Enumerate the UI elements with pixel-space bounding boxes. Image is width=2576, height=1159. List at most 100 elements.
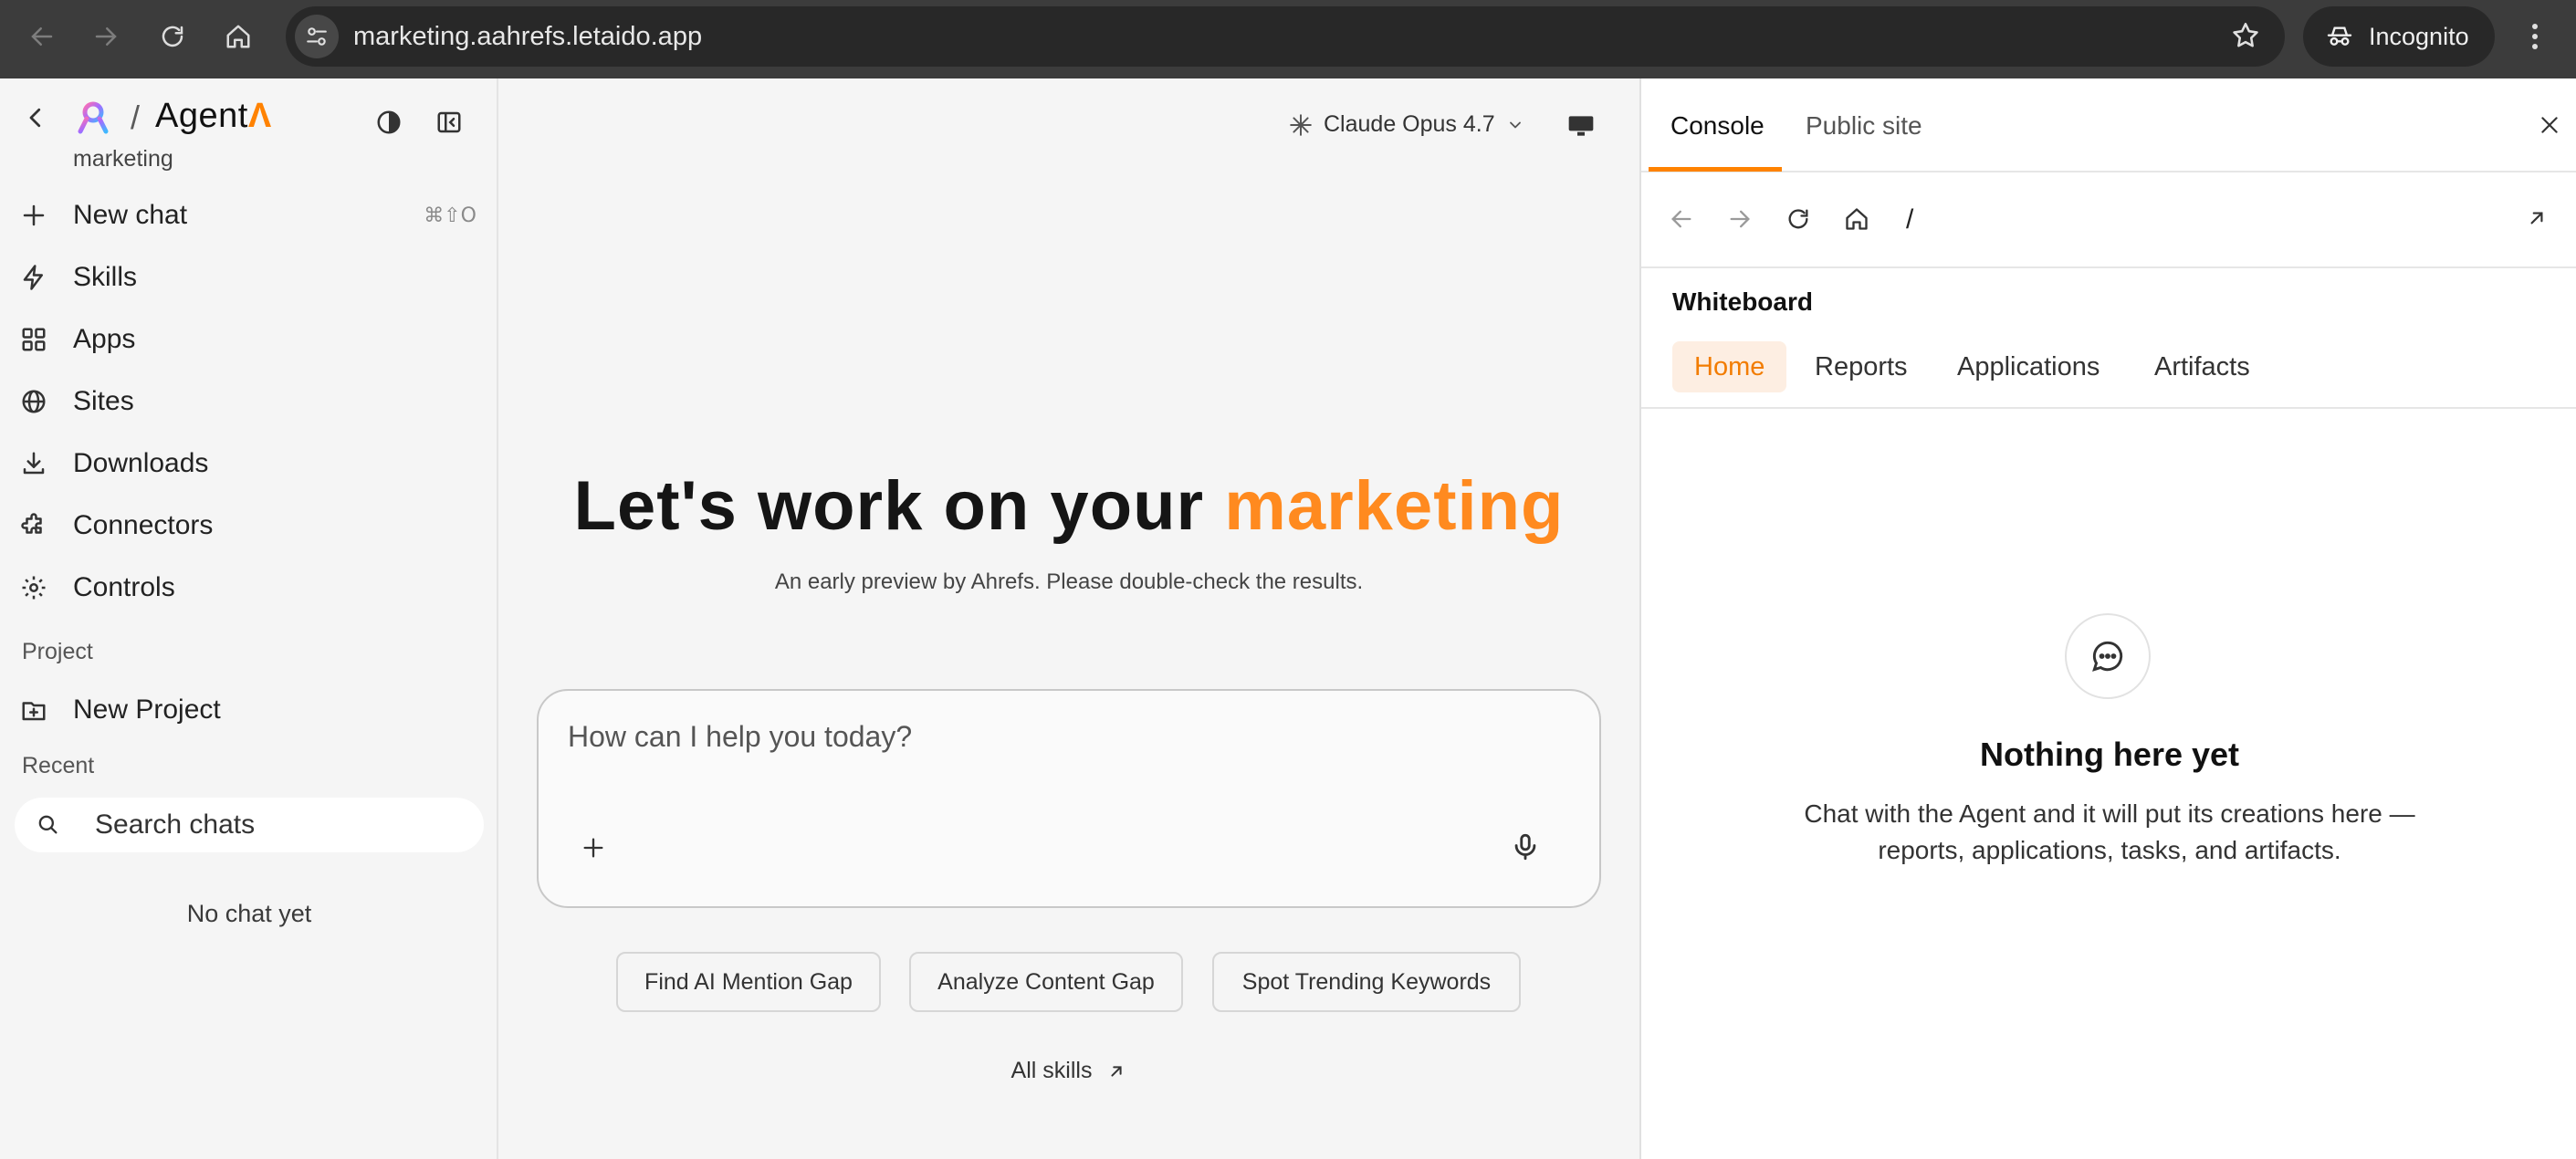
panel-back-button[interactable]: [1669, 206, 1694, 232]
tab-applications[interactable]: Applications: [1935, 341, 2121, 392]
sidebar-item-label: Apps: [73, 324, 136, 354]
star-icon: [2233, 22, 2258, 47]
tab-home[interactable]: Home: [1672, 341, 1787, 392]
browser-home-button[interactable]: [219, 17, 257, 56]
incognito-label: Incognito: [2369, 22, 2469, 50]
workspace-logo[interactable]: [77, 100, 110, 135]
contrast-icon: [377, 110, 401, 134]
whiteboard-tabs: Home Reports Applications Artifacts: [1641, 334, 2576, 409]
new-chat-label: New chat: [73, 200, 188, 230]
browser-forward-button[interactable]: [87, 17, 125, 56]
project-section-header: Project: [22, 639, 93, 664]
whiteboard-panel: Console Public site / Whiteboard Home Re…: [1639, 78, 2576, 1159]
chat-composer[interactable]: How can I help you today?: [537, 689, 1601, 908]
tune-icon: [307, 27, 327, 46]
sidebar-item-label: Sites: [73, 386, 134, 416]
lightning-icon: [23, 265, 43, 290]
arrow-up-right-icon: [1111, 1065, 1123, 1077]
sidebar-item-controls[interactable]: Controls: [0, 560, 498, 615]
whiteboard-title: Whiteboard: [1672, 287, 1813, 316]
sidebar-collapse-icon: [437, 111, 461, 133]
sidebar-item-label: Skills: [73, 262, 138, 292]
grid-icon: [22, 328, 46, 351]
close-icon: [2541, 117, 2558, 133]
breadcrumb-separator: /: [131, 99, 141, 136]
new-project-button[interactable]: New Project: [0, 683, 498, 737]
sidebar: / AgentΛ marketing New chat ⌘⇧O Skills A…: [0, 78, 498, 1159]
chat-bubble-icon: [2092, 641, 2123, 672]
reload-icon: [1788, 209, 1808, 229]
download-icon: [23, 452, 45, 475]
workspace-name: marketing: [73, 146, 173, 172]
voice-input-button[interactable]: [1510, 831, 1541, 862]
suggestion-chip[interactable]: Find AI Mention Gap: [616, 952, 881, 1012]
sidebar-item-skills[interactable]: Skills: [0, 250, 498, 305]
new-chat-button[interactable]: New chat ⌘⇧O: [0, 188, 498, 243]
url-text: marketing.aahrefs.letaido.app: [353, 22, 703, 51]
sidebar-item-sites[interactable]: Sites: [0, 374, 498, 429]
theme-toggle-button[interactable]: [375, 109, 403, 136]
chevron-down-icon: [1509, 121, 1521, 128]
suggestion-chip[interactable]: Analyze Content Gap: [909, 952, 1183, 1012]
empty-state-title: Nothing here yet: [1979, 736, 2240, 773]
collapse-sidebar-button[interactable]: [435, 109, 463, 136]
hero-heading: Let's work on your marketing: [573, 467, 1565, 545]
panel-forward-button[interactable]: [1727, 206, 1753, 232]
arrow-left-icon: [1671, 210, 1691, 228]
close-panel-button[interactable]: [2538, 113, 2561, 137]
open-external-button[interactable]: [2525, 206, 2549, 230]
all-skills-label: All skills: [1011, 1058, 1093, 1083]
sparkle-icon: [1290, 113, 1312, 136]
panel-tabs: Console Public site: [1641, 78, 2576, 172]
gear-icon: [22, 576, 46, 600]
panel-navigation: /: [1641, 173, 2576, 268]
sidebar-back-button[interactable]: [22, 104, 49, 131]
agent-brand: AgentΛ: [155, 97, 272, 135]
new-chat-shortcut: ⌘⇧O: [424, 204, 476, 227]
home-icon: [226, 25, 250, 48]
browser-menu-button[interactable]: [2521, 17, 2549, 56]
plus-icon: [23, 204, 45, 226]
tab-console[interactable]: Console: [1670, 111, 1764, 141]
address-bar[interactable]: marketing.aahrefs.letaido.app: [286, 6, 2285, 67]
plus-icon: [583, 838, 603, 858]
arrow-left-icon: [31, 27, 53, 46]
no-chats-message: No chat yet: [186, 900, 312, 927]
monitor-icon: [1568, 116, 1594, 136]
sidebar-item-apps[interactable]: Apps: [0, 312, 498, 367]
search-chats-input[interactable]: Search chats: [15, 798, 484, 852]
microphone-icon: [1514, 833, 1536, 861]
hero-subtitle: An early preview by Ahrefs. Please doubl…: [774, 569, 1364, 594]
chat-main: Claude Opus 4.7 Let's work on your marke…: [500, 78, 1638, 1159]
hero-accent: marketing: [1224, 467, 1565, 545]
empty-state-badge: [2065, 613, 2151, 699]
incognito-indicator[interactable]: Incognito: [2303, 6, 2495, 67]
sidebar-item-connectors[interactable]: Connectors: [0, 498, 498, 553]
tab-artifacts[interactable]: Artifacts: [2132, 341, 2272, 392]
composer-placeholder: How can I help you today?: [568, 720, 913, 753]
sidebar-item-downloads[interactable]: Downloads: [0, 436, 498, 491]
model-name: Claude Opus 4.7: [1324, 111, 1495, 137]
suggestion-chip[interactable]: Spot Trending Keywords: [1212, 952, 1521, 1012]
tab-reports[interactable]: Reports: [1793, 341, 1930, 392]
all-skills-link[interactable]: All skills: [500, 1058, 1638, 1084]
browser-toolbar: marketing.aahrefs.letaido.app Incognito: [0, 0, 2576, 78]
arrow-right-icon: [95, 27, 117, 46]
panel-home-button[interactable]: [1844, 206, 1869, 232]
empty-state-description: Chat with the Agent and it will put its …: [1804, 799, 2415, 864]
browser-back-button[interactable]: [23, 17, 61, 56]
sidebar-item-label: Downloads: [73, 448, 209, 478]
folder-plus-icon: [22, 702, 46, 721]
home-icon: [1846, 208, 1868, 230]
reload-icon: [162, 26, 183, 47]
panel-reload-button[interactable]: [1785, 206, 1811, 232]
bookmark-button[interactable]: [2230, 20, 2261, 51]
site-info-button[interactable]: [295, 15, 339, 58]
model-selector[interactable]: Claude Opus 4.7: [1289, 111, 1524, 138]
browser-reload-button[interactable]: [153, 17, 192, 56]
search-icon: [38, 815, 58, 834]
attach-button[interactable]: [581, 835, 606, 861]
display-toggle-button[interactable]: [1566, 111, 1596, 141]
ribbon-logo-icon: [78, 101, 109, 134]
tab-public-site[interactable]: Public site: [1806, 111, 1922, 141]
